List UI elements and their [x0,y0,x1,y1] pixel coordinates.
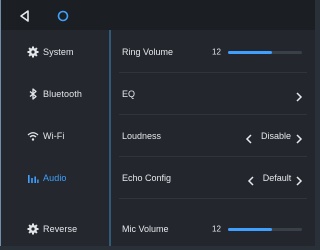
sidebar-item-label: Bluetooth [43,89,82,99]
mic-volume-slider[interactable] [228,228,302,231]
back-icon[interactable] [18,9,32,23]
echo-config-row: Echo Config Default [111,157,315,199]
sidebar-item-wifi[interactable]: Wi-Fi [1,115,109,157]
gear-icon [27,46,39,58]
app-frame: System Bluetooth Wi-Fi Audio Reverse Rin… [0,0,315,246]
ring-volume-slider-fill [228,51,273,54]
gear-icon [27,223,39,235]
chevron-left-icon[interactable] [245,131,253,144]
home-icon[interactable] [56,9,70,23]
loudness-value: Disable [260,131,291,141]
loudness-label: Loudness [122,131,162,141]
sidebar-item-label: Audio [43,173,67,183]
equalizer-bars-icon [27,172,39,184]
sidebar-item-system[interactable]: System [1,31,109,73]
chevron-right-icon[interactable] [295,131,303,144]
top-bar [1,0,315,30]
sidebar-item-audio[interactable]: Audio [1,157,109,199]
ring-volume-label: Ring Volume [122,47,174,57]
echo-config-value: Default [262,173,292,183]
eq-label: EQ [122,89,136,99]
bluetooth-icon [27,88,39,100]
chevron-left-icon[interactable] [247,173,255,186]
mic-volume-label: Mic Volume [122,224,169,234]
ring-volume-row: Ring Volume 12 [111,31,315,73]
sidebar-item-reverse[interactable]: Reverse [1,208,109,250]
sidebar-item-label: Reverse [43,224,78,234]
settings-sidebar: System Bluetooth Wi-Fi Audio Reverse [1,30,109,246]
mic-volume-value: 12 [212,224,221,234]
chevron-right-icon [295,89,303,102]
loudness-row: Loudness Disable [111,115,315,157]
ring-volume-value: 12 [212,47,221,57]
mic-volume-row: Mic Volume 12 [111,208,315,250]
ring-volume-slider[interactable] [228,51,302,54]
audio-settings-panel: Ring Volume 12 EQ Loudness Disable Echo … [111,30,315,246]
chevron-right-icon[interactable] [295,173,303,186]
mic-volume-slider-fill [228,228,273,231]
sidebar-item-label: Wi-Fi [43,131,65,141]
eq-row[interactable]: EQ [111,73,315,115]
echo-config-label: Echo Config [122,173,172,183]
sidebar-item-label: System [43,47,74,57]
wifi-icon [27,130,39,142]
sidebar-item-bluetooth[interactable]: Bluetooth [1,73,109,115]
row-separator [119,198,307,199]
